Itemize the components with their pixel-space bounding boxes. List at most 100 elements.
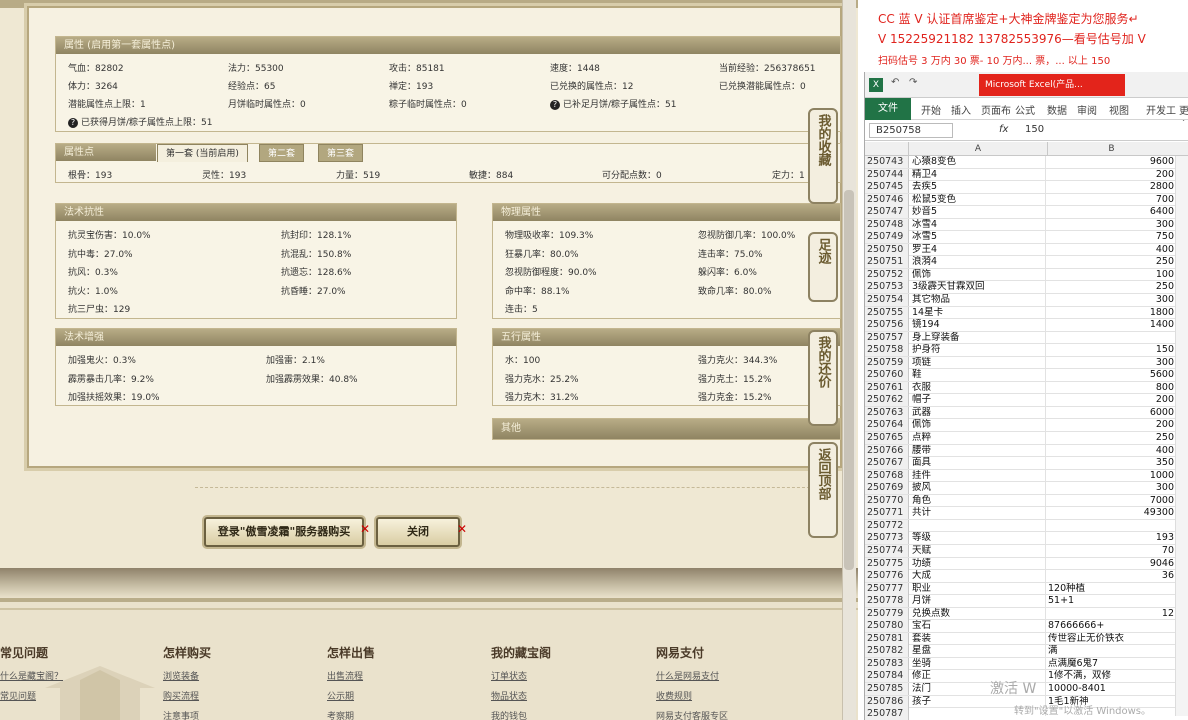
row-number[interactable]: 250761 [865, 381, 909, 394]
cell-b[interactable]: 49300 [1048, 507, 1174, 519]
row-number[interactable]: 250744 [865, 168, 909, 181]
cell-b[interactable]: 9046 [1048, 558, 1174, 570]
ribbon-tab[interactable]: 数据 [1047, 102, 1067, 117]
row-number[interactable]: 250782 [865, 645, 909, 658]
tab-set-2[interactable]: 第二套 [259, 144, 305, 162]
cell-b[interactable]: 250 [1048, 281, 1174, 293]
row-number[interactable]: 250757 [865, 331, 909, 344]
cell-a[interactable]: 月饼 [912, 595, 1046, 607]
close-button[interactable]: 关闭 [376, 517, 460, 547]
row-number[interactable]: 250768 [865, 469, 909, 482]
row-number[interactable]: 250760 [865, 369, 909, 382]
cell-a[interactable]: 护身符 [912, 344, 1046, 356]
row-number[interactable]: 250770 [865, 494, 909, 507]
cell-b[interactable]: 200 [1048, 394, 1174, 406]
login-buy-button[interactable]: 登录"傲雪凌霜"服务器购买 [204, 517, 364, 547]
cell-b[interactable]: 300 [1048, 219, 1174, 231]
cell-b[interactable]: 6400 [1048, 206, 1174, 218]
row-number[interactable]: 250785 [865, 682, 909, 695]
cell-b[interactable]: 400 [1048, 445, 1174, 457]
footer-link[interactable]: 什么是网易支付 [656, 669, 719, 682]
ribbon-tab[interactable]: 视图 [1109, 102, 1129, 117]
footer-link[interactable]: 出售流程 [327, 669, 363, 682]
cell-b[interactable]: 1修不满，双修 [1048, 670, 1174, 682]
footer-link[interactable]: 注意事项 [163, 709, 199, 720]
row-number[interactable]: 250749 [865, 231, 909, 244]
ribbon-tab[interactable]: 开始 [921, 102, 941, 117]
ribbon-tab[interactable]: 审阅 [1077, 102, 1097, 117]
row-number[interactable]: 250779 [865, 607, 909, 620]
cell-a[interactable]: 角色 [912, 495, 1046, 507]
footer-link[interactable]: 浏览装备 [163, 669, 199, 682]
cell-a[interactable]: 星盘 [912, 645, 1046, 657]
cell-b[interactable]: 点满魔6鬼7 [1048, 658, 1174, 670]
cell-a[interactable]: 鞋 [912, 369, 1046, 381]
row-number[interactable]: 250753 [865, 281, 909, 294]
formula-input[interactable]: 150 [1025, 124, 1044, 135]
cell-a[interactable]: 功绩 [912, 558, 1046, 570]
footer-link[interactable]: 购买流程 [163, 689, 199, 702]
cell-a[interactable]: 大成 [912, 570, 1046, 582]
row-number[interactable]: 250745 [865, 181, 909, 194]
cell-b[interactable]: 1800 [1048, 307, 1174, 319]
cell-b[interactable]: 12 [1048, 608, 1174, 620]
column-header-b[interactable]: B [1047, 142, 1175, 156]
cell-b[interactable]: 250 [1048, 256, 1174, 268]
footer-link[interactable]: 订单状态 [491, 669, 527, 682]
row-number[interactable]: 250763 [865, 406, 909, 419]
cell-a[interactable]: 点粹 [912, 432, 1046, 444]
row-number[interactable]: 250767 [865, 457, 909, 470]
cell-a[interactable]: 3级霹天甘霖双回 [912, 281, 1046, 293]
cell-a[interactable]: 面具 [912, 457, 1046, 469]
cell-a[interactable]: 罗王4 [912, 244, 1046, 256]
cell-b[interactable]: 1400 [1048, 319, 1174, 331]
row-number[interactable]: 250752 [865, 268, 909, 281]
cell-a[interactable]: 松鼠5变色 [912, 194, 1046, 206]
cell-b[interactable]: 150 [1048, 344, 1174, 356]
row-number[interactable]: 250748 [865, 218, 909, 231]
question-icon[interactable]: ? [550, 100, 560, 110]
name-box[interactable]: B250758 [869, 123, 953, 138]
row-number[interactable]: 250747 [865, 206, 909, 219]
cell-a[interactable]: 精卫4 [912, 169, 1046, 181]
row-number[interactable]: 250756 [865, 319, 909, 332]
cell-b[interactable]: 70 [1048, 545, 1174, 557]
cell-b[interactable]: 300 [1048, 357, 1174, 369]
row-number[interactable]: 250751 [865, 256, 909, 269]
row-number[interactable]: 250781 [865, 632, 909, 645]
footer-link[interactable]: 考察期 [327, 709, 354, 720]
row-number[interactable]: 250755 [865, 306, 909, 319]
row-number[interactable]: 250771 [865, 507, 909, 520]
row-number[interactable]: 250769 [865, 482, 909, 495]
row-number[interactable]: 250759 [865, 356, 909, 369]
cell-a[interactable]: 披风 [912, 482, 1046, 494]
tab-set-3[interactable]: 第三套 [318, 144, 364, 162]
row-number[interactable]: 250775 [865, 557, 909, 570]
row-number[interactable]: 250778 [865, 595, 909, 608]
footer-link[interactable]: 公示期 [327, 689, 354, 702]
cell-a[interactable]: 兑换点数 [912, 608, 1046, 620]
ribbon-tab[interactable]: 公式 [1015, 102, 1035, 117]
footer-link[interactable]: 收费规则 [656, 689, 692, 702]
cell-b[interactable]: 51+1 [1048, 595, 1174, 607]
cell-b[interactable]: 5600 [1048, 369, 1174, 381]
cell-a[interactable]: 冰雪5 [912, 231, 1046, 243]
cell-b[interactable]: 193 [1048, 532, 1174, 544]
footer-link[interactable]: 网易支付客服专区 [656, 709, 728, 720]
cell-b[interactable]: 700 [1048, 194, 1174, 206]
row-number[interactable]: 250776 [865, 570, 909, 583]
cell-a[interactable]: 坐骑 [912, 658, 1046, 670]
cell-b[interactable]: 100 [1048, 269, 1174, 281]
cell-a[interactable]: 天赋 [912, 545, 1046, 557]
cell-b[interactable]: 200 [1048, 169, 1174, 181]
side-tab-favorites[interactable]: 我的收藏 [808, 108, 838, 204]
tab-set-1[interactable]: 第一套 (当前启用) [157, 144, 248, 162]
cell-a[interactable]: 镜194 [912, 319, 1046, 331]
row-number[interactable]: 250754 [865, 294, 909, 307]
cell-a[interactable]: 身上穿装备 [912, 332, 1046, 344]
cell-a[interactable]: 帽子 [912, 394, 1046, 406]
other-panel[interactable]: 其他 [492, 418, 841, 440]
cell-a[interactable]: 去疾5 [912, 181, 1046, 193]
cell-a[interactable]: 共计 [912, 507, 1046, 519]
excel-vertical-scrollbar[interactable] [1175, 156, 1188, 716]
